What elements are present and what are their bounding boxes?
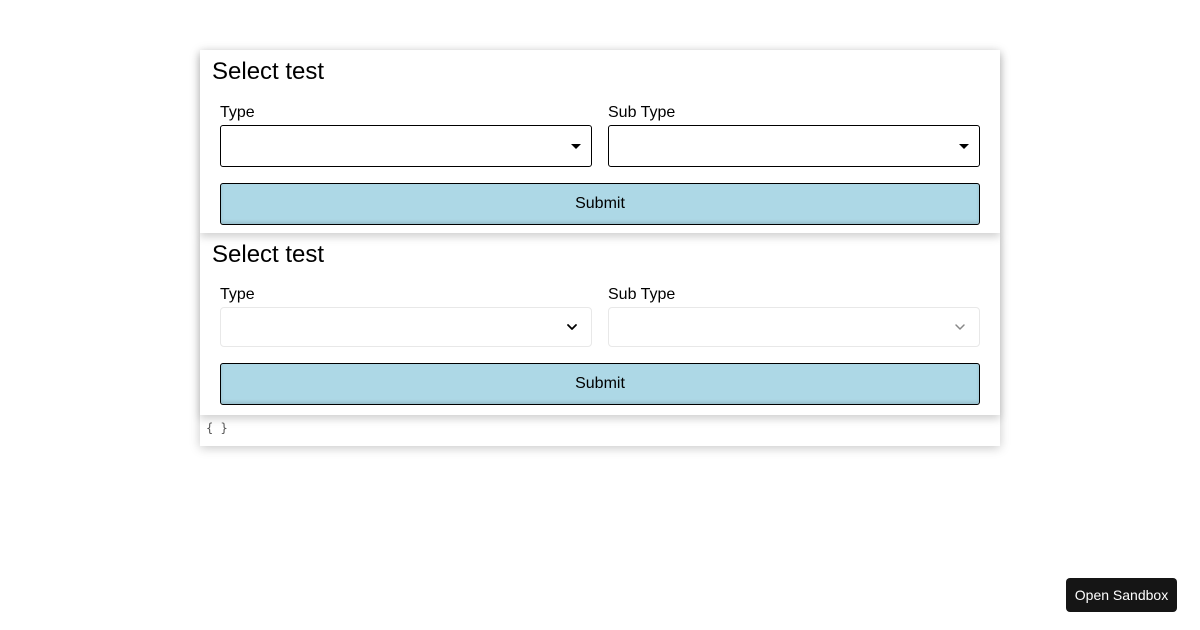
type-label: Type: [220, 104, 255, 121]
submit-button[interactable]: Submit: [220, 183, 980, 225]
subtype-select[interactable]: [608, 307, 980, 347]
form-title: Select test: [212, 241, 325, 268]
type-select[interactable]: [220, 307, 592, 347]
submit-button[interactable]: Submit: [220, 363, 980, 405]
subtype-field: Sub Type: [608, 104, 980, 167]
type-field: Type: [220, 104, 592, 167]
subtype-field: Sub Type: [608, 286, 980, 347]
type-select[interactable]: [220, 125, 592, 167]
open-sandbox-button[interactable]: Open Sandbox: [1066, 578, 1177, 612]
chevron-down-icon: [955, 324, 965, 330]
select-test-form-native: Select test Type Sub Type Submit: [200, 50, 1000, 233]
subtype-label: Sub Type: [608, 286, 676, 303]
form-title: Select test: [212, 58, 325, 85]
json-output: { }: [206, 421, 228, 435]
fields-row: Type Sub Type: [212, 104, 988, 167]
chevron-down-icon: [567, 324, 577, 330]
forms-container: Select test Type Sub Type Submit Select …: [200, 50, 1000, 446]
subtype-label: Sub Type: [608, 104, 676, 121]
subtype-select[interactable]: [608, 125, 980, 167]
caret-down-icon: [959, 144, 969, 149]
type-field: Type: [220, 286, 592, 347]
select-test-form-custom: Select test Type Sub Type Submit: [200, 233, 1000, 415]
caret-down-icon: [571, 144, 581, 149]
type-label: Type: [220, 286, 255, 303]
page: Select test Type Sub Type Submit Select …: [0, 0, 1200, 630]
fields-row: Type Sub Type: [212, 286, 988, 347]
